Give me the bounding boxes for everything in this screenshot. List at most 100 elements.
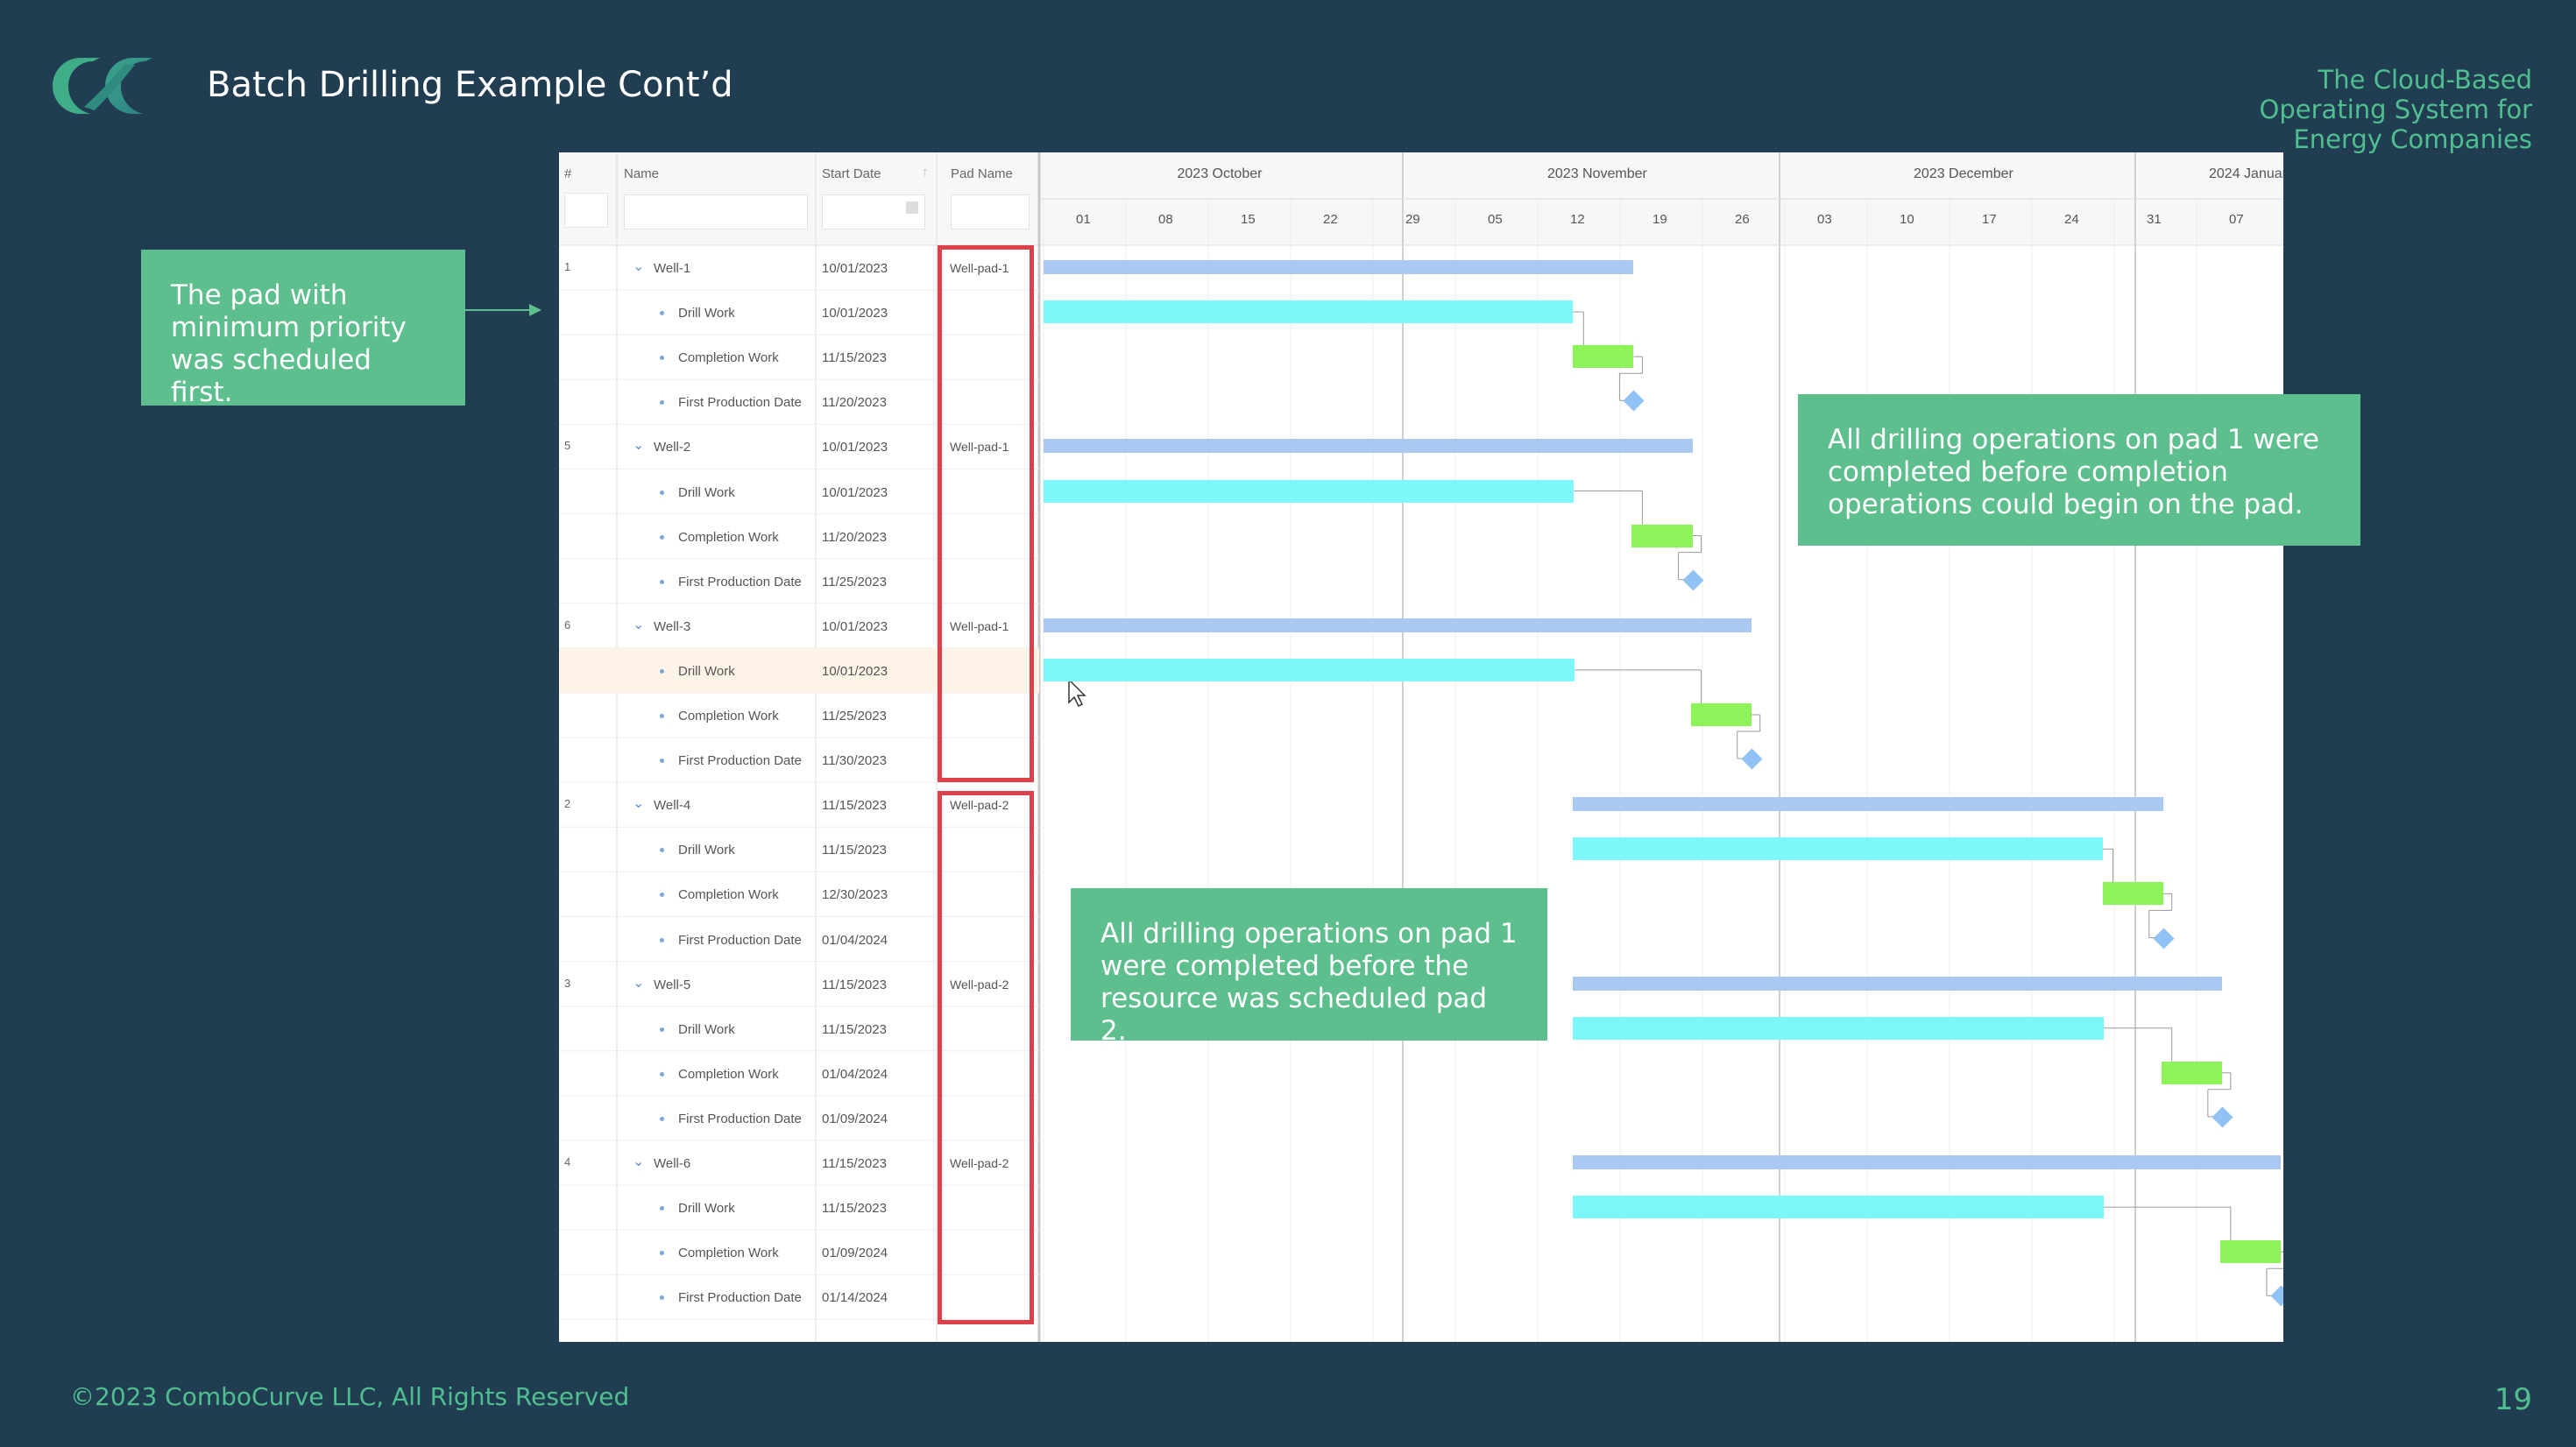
week-header: 12	[1570, 212, 1585, 227]
expand-chevron-icon[interactable]: ⌄	[633, 1153, 644, 1170]
task-start-date: 01/09/2024	[822, 1111, 888, 1126]
task-start-date: 10/01/2023	[822, 663, 888, 679]
well-name[interactable]: Well-4	[654, 798, 690, 813]
expand-chevron-icon[interactable]: ⌄	[633, 794, 644, 812]
completion-work-bar[interactable]	[2102, 882, 2163, 906]
task-name[interactable]: Drill Work	[678, 306, 735, 321]
task-start-date: 01/04/2024	[822, 1066, 888, 1082]
summary-bar[interactable]	[1044, 618, 1752, 632]
well-start-date: 11/15/2023	[822, 798, 887, 814]
column-header-num[interactable]: #	[564, 166, 571, 181]
task-name[interactable]: Completion Work	[678, 350, 779, 365]
filter-pad-input[interactable]	[951, 194, 1030, 229]
combocurve-logo	[53, 58, 152, 114]
callout-line: All drilling operations on pad 1 were	[1828, 424, 2319, 455]
callout-line: completed before completion	[1828, 456, 2228, 488]
copyright: ©2023 ComboCurve LLC, All Rights Reserve…	[70, 1382, 630, 1411]
task-name[interactable]: Drill Work	[678, 1201, 735, 1216]
completion-work-bar[interactable]	[1690, 703, 1752, 726]
well-name[interactable]: Well-2	[654, 440, 690, 455]
well-name[interactable]: Well-3	[654, 619, 690, 634]
week-header: 15	[1241, 212, 1256, 227]
row-number: 5	[564, 439, 571, 453]
task-bullet-icon	[660, 1116, 664, 1121]
task-name[interactable]: Completion Work	[678, 1067, 779, 1082]
task-name[interactable]: Completion Work	[678, 709, 779, 724]
mouse-cursor-icon	[1068, 678, 1086, 708]
well-start-date: 11/15/2023	[822, 977, 887, 992]
well-name[interactable]: Well-1	[654, 261, 690, 276]
week-header: 01	[1076, 212, 1091, 227]
completion-work-bar[interactable]	[2161, 1061, 2222, 1084]
row-number: 2	[564, 797, 571, 811]
filter-name-input[interactable]	[624, 194, 808, 229]
sort-arrow-icon[interactable]: ↑	[922, 165, 929, 180]
task-start-date: 01/09/2024	[822, 1246, 888, 1261]
callout-line: operations could begin on the pad.	[1828, 489, 2304, 520]
well-name[interactable]: Well-5	[654, 978, 690, 992]
task-name[interactable]: Drill Work	[678, 664, 735, 679]
well-start-date: 10/01/2023	[822, 261, 888, 276]
callout-pad2-resource: All drilling operations on pad 1 were co…	[1071, 888, 1547, 1047]
week-header: 17	[1982, 212, 1997, 227]
task-name[interactable]: First Production Date	[678, 1290, 802, 1305]
summary-bar[interactable]	[1573, 1155, 2281, 1169]
week-header: 24	[2064, 212, 2079, 227]
slide-title: Batch Drilling Example Cont’d	[207, 65, 733, 105]
task-name[interactable]: Drill Work	[678, 843, 735, 858]
task-start-date: 11/20/2023	[822, 529, 887, 545]
callout-min-priority: The pad with minimum priority was schedu…	[141, 250, 465, 408]
task-name[interactable]: Completion Work	[678, 530, 779, 545]
completion-work-bar[interactable]	[1631, 524, 1693, 547]
task-bullet-icon	[660, 490, 664, 495]
task-start-date: 10/01/2023	[822, 484, 888, 500]
drill-work-bar[interactable]	[1044, 300, 1574, 324]
expand-chevron-icon[interactable]: ⌄	[633, 616, 644, 633]
summary-bar[interactable]	[1044, 260, 1634, 274]
task-name[interactable]: First Production Date	[678, 575, 802, 589]
drill-work-bar[interactable]	[1573, 1196, 2104, 1219]
task-name[interactable]: First Production Date	[678, 1112, 802, 1126]
column-header-start-date[interactable]: Start Date	[822, 166, 881, 181]
expand-chevron-icon[interactable]: ⌄	[633, 974, 644, 992]
page-number: 19	[2494, 1382, 2532, 1417]
column-header-name[interactable]: Name	[624, 166, 659, 181]
arrow-right-icon	[464, 304, 541, 316]
task-name[interactable]: First Production Date	[678, 933, 802, 948]
expand-chevron-icon[interactable]: ⌄	[633, 258, 644, 275]
callout-line: was scheduled first.	[171, 344, 372, 408]
summary-bar[interactable]	[1573, 797, 2163, 812]
task-name[interactable]: First Production Date	[678, 753, 802, 768]
month-header: 2023 December	[1914, 166, 2013, 181]
well-name[interactable]: Well-6	[654, 1156, 690, 1171]
task-name[interactable]: First Production Date	[678, 395, 802, 410]
well-start-date: 10/01/2023	[822, 618, 888, 634]
task-name[interactable]: Drill Work	[678, 485, 735, 500]
task-name[interactable]: Completion Work	[678, 887, 779, 902]
gantt-chart[interactable]: # Name Start Date Pad Name ↑ 2023 October 2023…	[559, 152, 2283, 1342]
callout-line: The pad with	[171, 279, 348, 311]
completion-work-bar[interactable]	[1573, 345, 1634, 369]
drill-work-bar[interactable]	[1573, 1016, 2104, 1040]
task-bullet-icon	[660, 937, 664, 942]
row-number: 6	[564, 618, 571, 632]
drill-work-bar[interactable]	[1044, 658, 1575, 681]
completion-work-bar[interactable]	[2219, 1240, 2281, 1264]
task-name[interactable]: Drill Work	[678, 1022, 735, 1037]
column-header-pad-name[interactable]: Pad Name	[951, 166, 1013, 181]
filter-num-input[interactable]	[564, 193, 608, 228]
drill-work-bar[interactable]	[1573, 837, 2103, 861]
well-start-date: 11/15/2023	[822, 1156, 887, 1171]
task-start-date: 01/14/2024	[822, 1290, 888, 1306]
drill-work-bar[interactable]	[1044, 479, 1575, 503]
calendar-icon[interactable]	[906, 201, 918, 214]
month-header: 2024 January	[2209, 166, 2283, 181]
summary-bar[interactable]	[1573, 976, 2222, 991]
expand-chevron-icon[interactable]: ⌄	[633, 436, 644, 454]
task-start-date: 11/15/2023	[822, 843, 887, 858]
summary-bar[interactable]	[1044, 439, 1693, 454]
week-header: 10	[1900, 212, 1914, 227]
task-name[interactable]: Completion Work	[678, 1246, 779, 1260]
task-bullet-icon	[660, 714, 664, 718]
tagline-line: Operating System for	[2259, 95, 2532, 124]
